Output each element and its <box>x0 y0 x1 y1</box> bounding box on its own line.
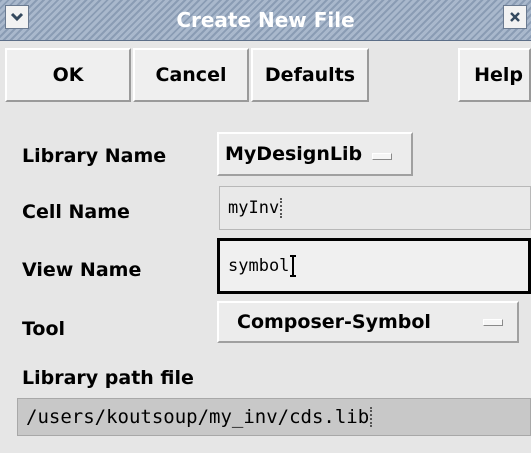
library-name-value: MyDesignLib <box>225 143 363 165</box>
view-name-value: symbol <box>228 256 290 276</box>
text-cursor-icon <box>280 198 285 218</box>
library-path-field[interactable]: /users/koutsoup/my_inv/cds.lib <box>17 398 531 436</box>
cell-name-label: Cell Name <box>22 201 130 223</box>
tool-select[interactable]: Composer-Symbol <box>217 301 519 343</box>
option-menu-indicator-icon <box>372 152 393 160</box>
library-name-label: Library Name <box>22 145 167 167</box>
view-name-field[interactable]: symbol <box>217 238 531 294</box>
cell-name-field[interactable]: myInv <box>219 186 531 230</box>
help-button[interactable]: Help <box>458 48 531 102</box>
library-path-value: /users/koutsoup/my_inv/cds.lib <box>26 406 370 428</box>
window-title: Create New File <box>176 8 355 32</box>
library-path-label: Library path file <box>22 367 194 389</box>
close-icon <box>510 12 520 22</box>
tool-value: Composer-Symbol <box>237 311 431 333</box>
ok-button[interactable]: OK <box>5 48 131 102</box>
option-menu-indicator-icon <box>483 319 503 326</box>
text-cursor-icon <box>370 407 375 427</box>
ibeam-cursor-icon <box>290 255 297 277</box>
defaults-button[interactable]: Defaults <box>251 48 369 102</box>
button-bar: OK Cancel Defaults Help <box>0 41 531 113</box>
cell-name-value: myInv <box>228 198 280 218</box>
library-name-select[interactable]: MyDesignLib <box>217 132 413 176</box>
title-bar: Create New File <box>0 0 531 41</box>
tool-label: Tool <box>22 318 66 340</box>
cancel-button[interactable]: Cancel <box>133 48 249 102</box>
view-name-label: View Name <box>22 259 142 281</box>
window-close-button[interactable] <box>503 5 527 29</box>
